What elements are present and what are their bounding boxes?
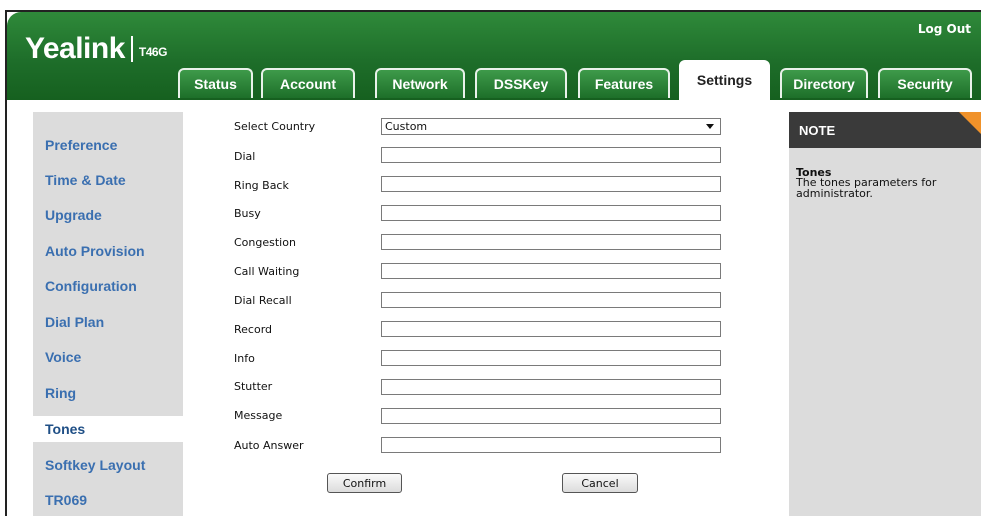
window-border <box>5 10 981 516</box>
app-window: Yealink T46G Log Out Status Account Netwo… <box>0 0 981 516</box>
